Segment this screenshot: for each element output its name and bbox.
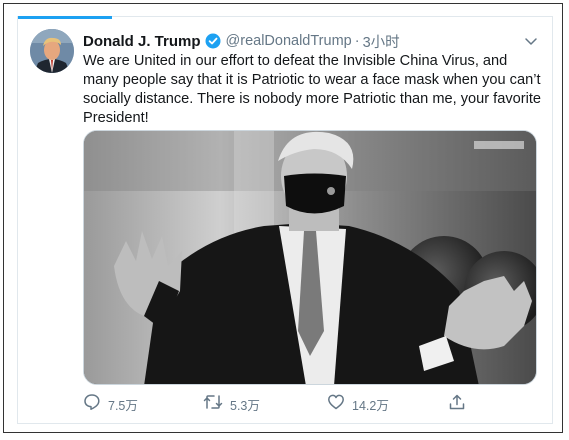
tweet-card[interactable]: Donald J. Trump @realDonaldTrump · 3小时 W… — [17, 16, 553, 424]
screenshot-frame: Donald J. Trump @realDonaldTrump · 3小时 W… — [3, 3, 563, 433]
retweet-button[interactable]: 5.3万 — [203, 393, 260, 415]
share-icon — [448, 393, 466, 416]
chevron-down-icon[interactable] — [522, 32, 540, 50]
like-count: 14.2万 — [352, 398, 389, 413]
retweet-count: 5.3万 — [230, 398, 260, 413]
reply-count: 7.5万 — [108, 398, 138, 413]
top-accent-bar — [18, 16, 112, 19]
reply-button[interactable]: 7.5万 — [83, 393, 138, 415]
verified-badge-icon — [205, 33, 221, 49]
reply-icon — [83, 393, 101, 416]
heart-icon — [327, 393, 345, 416]
share-button[interactable] — [448, 393, 466, 415]
user-handle[interactable]: @realDonaldTrump — [226, 33, 352, 49]
avatar[interactable] — [30, 29, 74, 73]
tweet-actions: 7.5万 5.3万 14.2万 — [83, 393, 483, 415]
display-name[interactable]: Donald J. Trump — [83, 33, 201, 50]
tweet-header: Donald J. Trump @realDonaldTrump · 3小时 — [83, 30, 540, 52]
retweet-icon — [203, 393, 223, 416]
tweet-photo[interactable] — [83, 130, 537, 385]
tweet-text: We are United in our effort to defeat th… — [83, 53, 542, 126]
timestamp[interactable]: 3小时 — [363, 31, 400, 52]
separator-dot: · — [354, 33, 360, 49]
like-button[interactable]: 14.2万 — [327, 393, 389, 415]
